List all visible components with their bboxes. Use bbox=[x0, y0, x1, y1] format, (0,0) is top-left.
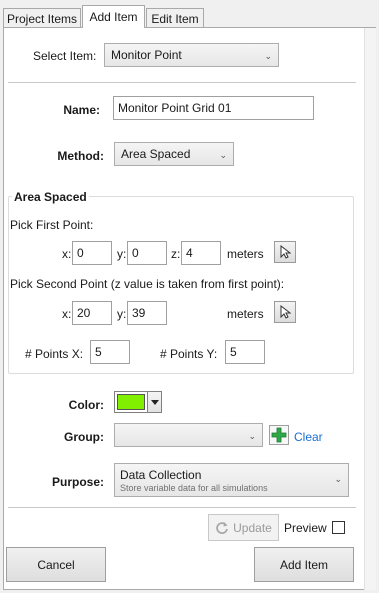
method-label: Method: bbox=[57, 149, 104, 163]
update-button[interactable]: Update bbox=[208, 514, 279, 541]
first-units-label: meters bbox=[227, 247, 264, 261]
caret-down-icon bbox=[150, 399, 159, 405]
color-swatch bbox=[117, 394, 145, 410]
color-label: Color: bbox=[68, 398, 104, 412]
first-z-input[interactable]: 4 bbox=[181, 241, 221, 265]
group-label: Group: bbox=[64, 430, 104, 444]
add-item-label: Add Item bbox=[279, 557, 329, 572]
points-y-label: # Points Y: bbox=[160, 347, 218, 361]
divider bbox=[8, 82, 356, 83]
update-label: Update bbox=[233, 520, 272, 535]
first-y-input[interactable]: 0 bbox=[127, 241, 167, 265]
select-item-label: Select Item: bbox=[33, 49, 97, 63]
points-x-input[interactable]: 5 bbox=[90, 340, 130, 364]
tab-label: Add Item bbox=[89, 10, 138, 24]
cursor-icon bbox=[280, 305, 291, 319]
tab-add-item[interactable]: Add Item bbox=[82, 5, 145, 28]
tab-label: Project Items bbox=[6, 11, 78, 26]
tab-edit-item[interactable]: Edit Item bbox=[146, 8, 204, 28]
method-value: Area Spaced bbox=[121, 147, 191, 161]
second-units-label: meters bbox=[227, 307, 264, 321]
select-item-dropdown[interactable]: Monitor Point ⌄ bbox=[104, 43, 279, 67]
purpose-dropdown[interactable]: Data Collection Store variable data for … bbox=[114, 463, 349, 497]
add-group-button[interactable] bbox=[269, 425, 289, 445]
group-dropdown[interactable]: ⌄ bbox=[114, 423, 263, 447]
purpose-subtitle: Store variable data for all simulations bbox=[120, 483, 268, 493]
cancel-label: Cancel bbox=[37, 557, 75, 572]
preview-label: Preview bbox=[284, 521, 327, 535]
first-x-input[interactable]: 0 bbox=[72, 241, 112, 265]
first-z-label: z: bbox=[171, 247, 181, 261]
color-dropdown-button[interactable] bbox=[147, 392, 161, 412]
second-x-label: x: bbox=[62, 307, 72, 321]
purpose-title: Data Collection bbox=[120, 468, 202, 482]
chevron-down-icon: ⌄ bbox=[219, 150, 227, 160]
second-y-input[interactable]: 39 bbox=[127, 301, 167, 325]
tab-divider bbox=[3, 27, 376, 28]
plus-icon bbox=[271, 427, 287, 443]
tab-project-items[interactable]: Project Items bbox=[3, 8, 81, 28]
pick-first-point-button[interactable] bbox=[274, 241, 296, 263]
second-y-label: y: bbox=[117, 307, 127, 321]
second-x-input[interactable]: 20 bbox=[72, 301, 112, 325]
preview-checkbox[interactable] bbox=[332, 521, 345, 534]
pick-second-point-button[interactable] bbox=[274, 301, 296, 323]
area-spaced-title: Area Spaced bbox=[12, 190, 89, 204]
first-point-label: Pick First Point: bbox=[10, 218, 94, 232]
name-input[interactable]: Monitor Point Grid 01 bbox=[113, 96, 314, 120]
chevron-down-icon: ⌄ bbox=[248, 431, 256, 441]
clear-group-link[interactable]: Clear bbox=[294, 430, 323, 444]
cancel-button[interactable]: Cancel bbox=[6, 547, 106, 582]
second-point-label: Pick Second Point (z value is taken from… bbox=[10, 277, 285, 291]
chevron-down-icon: ⌄ bbox=[334, 474, 342, 484]
tab-label: Edit Item bbox=[151, 11, 199, 26]
method-dropdown[interactable]: Area Spaced ⌄ bbox=[114, 142, 234, 166]
points-x-label: # Points X: bbox=[25, 347, 84, 361]
add-item-button[interactable]: Add Item bbox=[254, 547, 354, 582]
vertical-scrollbar[interactable] bbox=[364, 28, 376, 590]
select-item-value: Monitor Point bbox=[111, 48, 182, 62]
first-y-label: y: bbox=[117, 247, 127, 261]
purpose-label: Purpose: bbox=[51, 475, 104, 489]
divider bbox=[8, 507, 356, 508]
first-x-label: x: bbox=[62, 247, 72, 261]
cursor-icon bbox=[280, 245, 291, 259]
refresh-icon bbox=[216, 521, 229, 534]
name-label: Name: bbox=[63, 103, 100, 117]
chevron-down-icon: ⌄ bbox=[264, 51, 272, 61]
color-picker[interactable] bbox=[114, 391, 162, 413]
points-y-input[interactable]: 5 bbox=[225, 340, 265, 364]
